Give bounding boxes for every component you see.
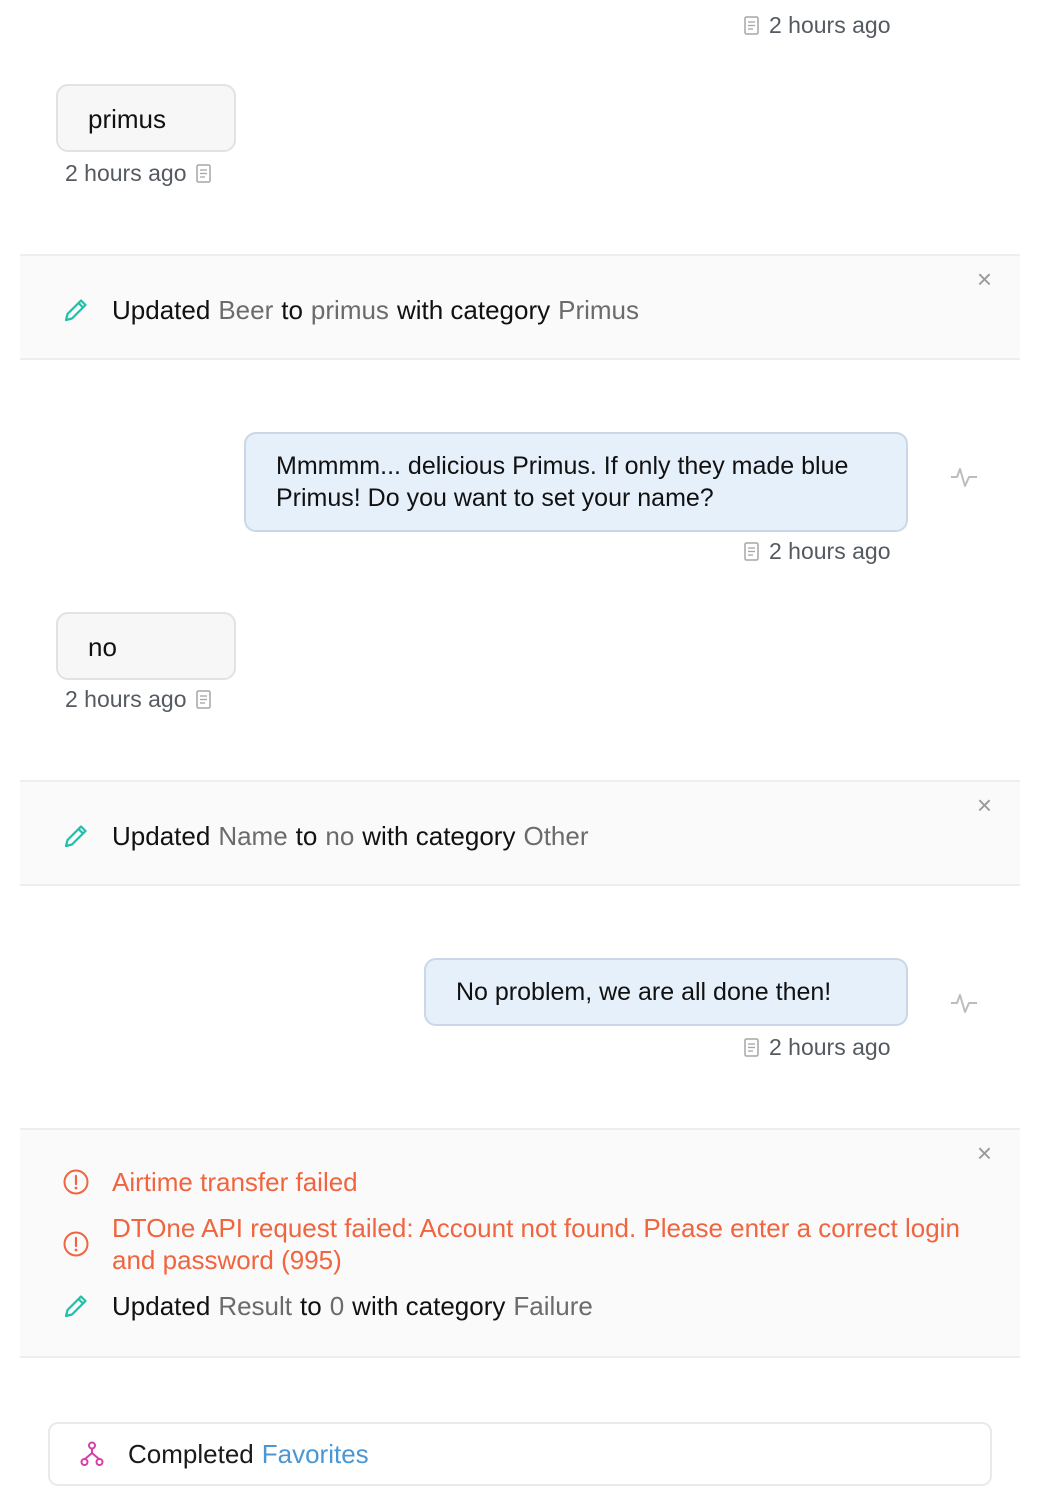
update-with: with category: [352, 1291, 506, 1321]
update-value: no: [325, 821, 355, 851]
error-text: DTOne API request failed: Account not fo…: [112, 1213, 960, 1275]
pencil-icon: [64, 1295, 87, 1318]
update-text: Updated Name to no with category Other: [112, 820, 589, 852]
document-icon[interactable]: [744, 542, 759, 561]
update-verb: Updated: [112, 821, 211, 851]
update-to: to: [300, 1291, 322, 1321]
message-text: no: [88, 632, 117, 662]
message-text: primus: [88, 104, 167, 134]
update-category: Other: [523, 821, 589, 851]
alert-circle-icon: [63, 1169, 89, 1195]
flow-branch-icon: [80, 1441, 104, 1466]
alert-circle-icon: [63, 1231, 89, 1257]
event-panel: × Updated Beer to primus with category Primus: [20, 254, 1020, 360]
close-icon[interactable]: ×: [977, 790, 992, 820]
flow-link[interactable]: Favorites: [262, 1439, 369, 1470]
incoming-message-bubble: primus: [56, 84, 236, 152]
update-field: Name: [218, 821, 288, 851]
document-icon[interactable]: [744, 1038, 759, 1057]
update-with: with category: [396, 295, 551, 325]
flow-completed-row: Completed Favorites: [48, 1422, 992, 1486]
update-value: primus: [310, 295, 389, 325]
timestamp-text: 2 hours ago: [65, 160, 187, 186]
update-event: Updated Name to no with category Other: [62, 820, 972, 852]
document-icon[interactable]: [196, 690, 212, 709]
message-text: Mmmmm... delicious Primus. If only they …: [276, 452, 849, 512]
update-event: Updated Result to 0 with category Failure: [62, 1290, 972, 1322]
document-icon[interactable]: [196, 164, 212, 183]
update-category: Primus: [558, 295, 640, 325]
message-timestamp: 2 hours ago: [744, 538, 890, 565]
flow-status: Completed: [128, 1438, 254, 1469]
pulse-icon[interactable]: [950, 990, 978, 1016]
update-category: Failure: [513, 1291, 593, 1321]
update-event: Updated Beer to primus with category Primus: [62, 294, 972, 326]
message-timestamp: 2 hours ago: [744, 12, 890, 39]
error-event: DTOne API request failed: Account not fo…: [62, 1212, 972, 1276]
timestamp-text: 2 hours ago: [769, 12, 891, 38]
pulse-icon[interactable]: [950, 464, 978, 490]
outgoing-message-bubble: Mmmmm... delicious Primus. If only they …: [244, 432, 908, 532]
pencil-icon: [64, 825, 87, 848]
update-text: Updated Result to 0 with category Failure: [112, 1290, 593, 1322]
contact-history: 2 hours ago primus 2 hours ago × Updated…: [0, 0, 1040, 1500]
update-with: with category: [362, 821, 516, 851]
update-to: to: [281, 295, 303, 325]
update-value: 0: [329, 1291, 345, 1321]
document-icon[interactable]: [744, 16, 759, 35]
message-text: No problem, we are all done then!: [456, 978, 832, 1006]
update-verb: Updated: [112, 295, 211, 325]
message-timestamp: 2 hours ago: [65, 686, 212, 713]
message-timestamp: 2 hours ago: [744, 1034, 890, 1061]
timestamp-text: 2 hours ago: [769, 1034, 891, 1060]
message-timestamp: 2 hours ago: [65, 160, 212, 187]
error-event: Airtime transfer failed: [62, 1166, 972, 1198]
close-icon[interactable]: ×: [977, 264, 992, 294]
update-field: Result: [218, 1291, 293, 1321]
update-text: Updated Beer to primus with category Primus: [112, 294, 639, 326]
update-verb: Updated: [112, 1291, 211, 1321]
close-icon[interactable]: ×: [977, 1138, 992, 1168]
error-text: Airtime transfer failed: [112, 1167, 358, 1197]
incoming-message-bubble: no: [56, 612, 236, 680]
update-to: to: [295, 821, 318, 851]
update-field: Beer: [218, 295, 274, 325]
outgoing-message-bubble: No problem, we are all done then!: [424, 958, 908, 1026]
pencil-icon: [64, 299, 87, 322]
timestamp-text: 2 hours ago: [65, 686, 187, 712]
timestamp-text: 2 hours ago: [769, 538, 891, 564]
event-panel: × Airtime transfer failed DTOne API requ…: [20, 1128, 1020, 1358]
event-panel: × Updated Name to no with category Other: [20, 780, 1020, 886]
